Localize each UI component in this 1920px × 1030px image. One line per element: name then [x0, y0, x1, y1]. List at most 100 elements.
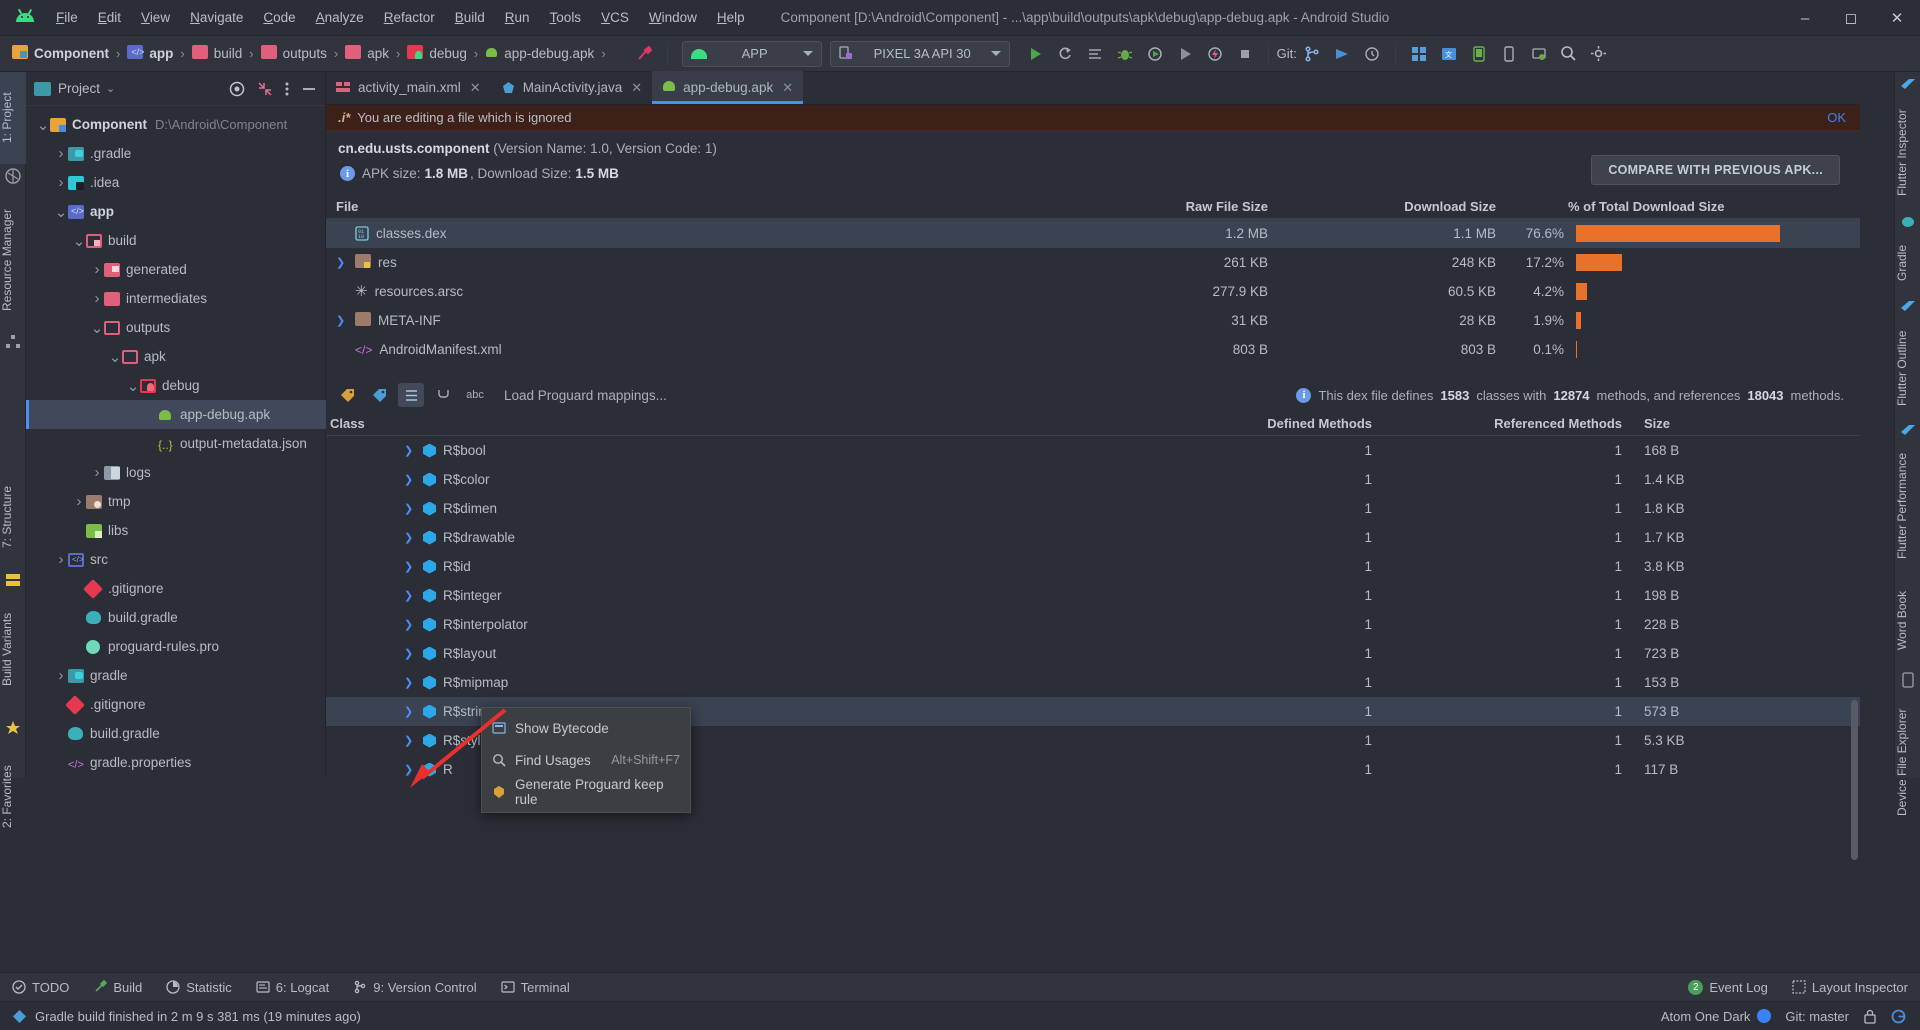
tree-item-libs[interactable]: libs — [26, 516, 326, 545]
menu-run[interactable]: Run — [495, 6, 540, 29]
theme-color-dot[interactable] — [1757, 1009, 1771, 1023]
chevron-right-icon[interactable]: ❯ — [404, 647, 416, 660]
phone-icon[interactable] — [1494, 41, 1524, 67]
device-selector[interactable]: PIXEL 3A API 30 — [830, 41, 1010, 67]
chevron-right-icon[interactable]: ❯ — [336, 256, 348, 269]
stop-icon[interactable] — [1230, 41, 1260, 67]
file-table-body[interactable]: 0110classes.dex1.2 MB1.1 MB76.6%❯res261 … — [326, 219, 1860, 364]
menu-help[interactable]: Help — [707, 6, 755, 29]
class-table-row[interactable]: ❯R$drawable111.7 KB — [326, 523, 1860, 552]
col-header-raw-size[interactable]: Raw File Size — [986, 199, 1286, 214]
apk-analyzer-panel[interactable]: .i* You are editing a file which is igno… — [326, 105, 1860, 778]
editor-tab-activity-main-xml[interactable]: activity_main.xml✕ — [326, 71, 491, 104]
class-table-scrollbar[interactable] — [1851, 700, 1858, 860]
run-icon[interactable] — [1020, 41, 1050, 67]
tree-item-build[interactable]: ⌄build — [26, 226, 326, 255]
tree-item-src[interactable]: ›</>src — [26, 545, 326, 574]
tree-item--gitignore[interactable]: .gitignore — [26, 574, 326, 603]
class-table-row[interactable]: ❯R$bool11168 B — [326, 436, 1860, 465]
keep-rules-icon[interactable] — [430, 383, 456, 407]
breadcrumb-item-apk[interactable]: apk — [345, 45, 389, 62]
bottom-tab-statistic[interactable]: Statistic — [154, 973, 244, 1002]
show-methods-icon[interactable] — [366, 383, 392, 407]
chevron-right-icon[interactable]: ❯ — [404, 734, 416, 747]
tree-item--gradle[interactable]: ›.gradle — [26, 139, 326, 168]
list-icon[interactable] — [1080, 41, 1110, 67]
context-menu-item-show-bytecode[interactable]: Show Bytecode — [482, 712, 690, 744]
device-manager-icon[interactable] — [1464, 41, 1494, 67]
tree-item-debug[interactable]: ⌄debug — [26, 371, 326, 400]
context-menu-item-find-usages[interactable]: Find UsagesAlt+Shift+F7 — [482, 744, 690, 776]
sidebar-tab-gradle[interactable]: Gradle — [1895, 234, 1920, 292]
menu-view[interactable]: View — [131, 6, 180, 29]
col-header-defined-methods[interactable]: Defined Methods — [936, 416, 1376, 431]
chevron-down-icon[interactable]: ⌄ — [54, 203, 68, 221]
device-file-explorer-icon[interactable] — [1900, 672, 1916, 688]
class-table-row[interactable]: ❯R$integer11198 B — [326, 581, 1860, 610]
show-all-icon[interactable] — [398, 383, 424, 407]
tree-item-app-debug-apk[interactable]: app-debug.apk — [26, 400, 326, 429]
chevron-right-icon[interactable]: ❯ — [404, 589, 416, 602]
google-icon[interactable] — [1891, 1009, 1906, 1024]
bottom-tab-6-logcat[interactable]: 6: Logcat — [244, 973, 342, 1002]
chevron-right-icon[interactable]: › — [54, 145, 68, 162]
context-menu-item-generate-proguard-keep-rule[interactable]: Generate Proguard keep rule — [482, 776, 690, 808]
tree-item-proguard-rules-pro[interactable]: proguard-rules.pro — [26, 632, 326, 661]
menu-tools[interactable]: Tools — [540, 6, 592, 29]
structure-nodes-icon[interactable] — [5, 334, 21, 350]
col-header-class[interactable]: Class — [326, 416, 936, 431]
sidebar-tab-structure[interactable]: 7: Structure — [0, 467, 26, 567]
chevron-right-icon[interactable]: › — [54, 667, 68, 684]
profile-icon[interactable] — [1140, 41, 1170, 67]
main-toolbar[interactable]: Component›</>app›build›outputs›apk›debug… — [0, 36, 1920, 72]
chevron-right-icon[interactable]: ❯ — [404, 444, 416, 457]
bottom-tab-layout-inspector[interactable]: Layout Inspector — [1780, 973, 1920, 1002]
sidebar-tab-favorites[interactable]: 2: Favorites — [0, 742, 26, 852]
chevron-down-icon[interactable]: ⌄ — [106, 82, 115, 95]
tree-item-app[interactable]: ⌄</>app — [26, 197, 326, 226]
tree-item-build-gradle[interactable]: build.gradle — [26, 603, 326, 632]
chevron-right-icon[interactable]: ❯ — [336, 314, 348, 327]
sidebar-tab-device-file-explorer[interactable]: Device File Explorer — [1895, 692, 1920, 832]
breadcrumb-item-app-debug-apk[interactable]: app-debug.apk — [485, 45, 594, 62]
compare-with-previous-apk-button[interactable]: COMPARE WITH PREVIOUS APK... — [1591, 155, 1840, 185]
col-header-pct-total[interactable]: % of Total Download Size — [1564, 199, 1860, 214]
theme-indicator[interactable]: Atom One Dark — [1661, 1009, 1772, 1024]
sidebar-tab-project[interactable]: 1: Project — [0, 72, 26, 164]
chevron-right-icon[interactable]: › — [72, 493, 86, 510]
project-panel-header[interactable]: Project ⌄ — [26, 72, 325, 106]
update-project-icon[interactable] — [1327, 41, 1357, 67]
dex-viewer-toolbar[interactable]: abc Load Proguard mappings... i This dex… — [326, 378, 1860, 412]
attach-debugger-icon[interactable] — [1524, 41, 1554, 67]
locate-target-icon[interactable] — [229, 81, 245, 97]
chevron-down-icon[interactable]: ⌄ — [72, 232, 86, 250]
chevron-right-icon[interactable]: ❯ — [404, 502, 416, 515]
tree-item-gradle[interactable]: ›gradle — [26, 661, 326, 690]
energy-icon[interactable] — [1200, 41, 1230, 67]
sidebar-tab-build-variants[interactable]: Build Variants — [0, 594, 26, 704]
class-table-row[interactable]: ❯R$interpolator11228 B — [326, 610, 1860, 639]
run-configuration-selector[interactable]: APP — [682, 41, 822, 67]
chevron-down-icon[interactable]: ⌄ — [36, 116, 50, 134]
menu-file[interactable]: File — [46, 6, 88, 29]
menu-code[interactable]: Code — [253, 6, 305, 29]
breadcrumb-item-component[interactable]: Component — [12, 45, 109, 62]
menu-window[interactable]: Window — [639, 6, 707, 29]
collapse-all-icon[interactable] — [257, 81, 273, 97]
chevron-right-icon[interactable]: › — [90, 464, 104, 481]
chevron-right-icon[interactable]: › — [54, 551, 68, 568]
bottom-tab-build[interactable]: Build — [81, 973, 154, 1002]
tree-item-build-gradle[interactable]: build.gradle — [26, 719, 326, 748]
chevron-right-icon[interactable]: › — [54, 174, 68, 191]
show-fields-icon[interactable] — [334, 383, 360, 407]
bottom-tab-terminal[interactable]: Terminal — [489, 973, 582, 1002]
bottom-tab-todo[interactable]: TODO — [0, 973, 81, 1002]
settings-gear-icon[interactable] — [1584, 41, 1614, 67]
chevron-right-icon[interactable]: ❯ — [404, 560, 416, 573]
chevron-down-icon[interactable]: ⌄ — [126, 377, 140, 395]
tree-item-generated[interactable]: ›generated — [26, 255, 326, 284]
avd-manager-icon[interactable] — [1404, 41, 1434, 67]
breadcrumb-item-debug[interactable]: debug — [407, 45, 467, 62]
gradle-elephant-icon[interactable] — [1900, 214, 1916, 230]
menu-bar[interactable]: FileEditViewNavigateCodeAnalyzeRefactorB… — [46, 6, 755, 29]
